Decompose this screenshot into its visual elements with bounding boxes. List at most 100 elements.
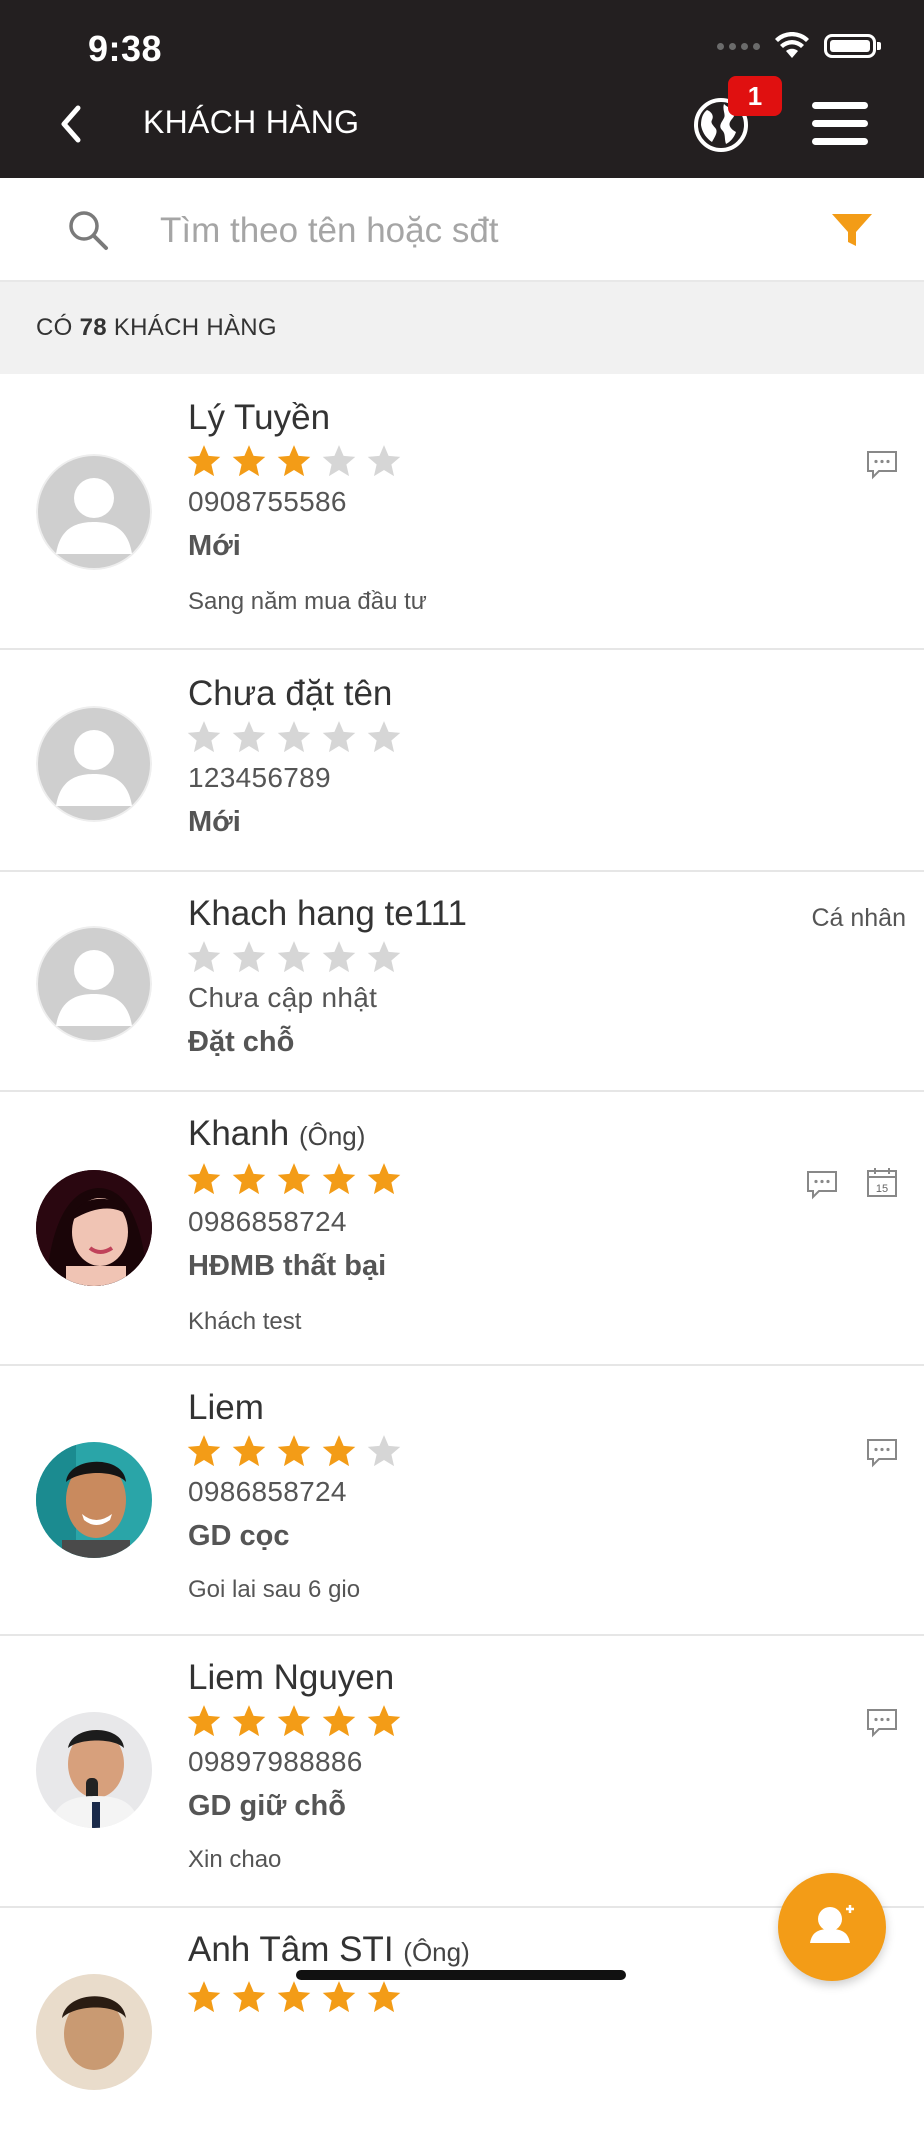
add-customer-button[interactable] xyxy=(778,1873,886,1981)
customer-name-text: Anh Tâm STI xyxy=(188,1930,394,1969)
avatar-placeholder xyxy=(36,454,152,570)
count-prefix: CÓ xyxy=(36,314,73,341)
star-filled-icon xyxy=(322,1163,356,1195)
customer-status: Đặt chỗ xyxy=(188,1026,295,1058)
menu-button[interactable] xyxy=(812,102,868,146)
star-filled-icon xyxy=(187,445,221,477)
customer-note: Xin chao xyxy=(188,1846,282,1873)
customer-row[interactable]: Chưa đặt tên 123456789 Mới xyxy=(0,650,924,872)
avatar-photo xyxy=(36,1170,152,1286)
star-filled-icon xyxy=(232,1163,266,1195)
star-filled-icon xyxy=(277,1435,311,1467)
avatar-photo xyxy=(36,1974,152,2090)
rating-stars xyxy=(186,1162,402,1196)
search-bar xyxy=(0,178,924,282)
chat-icon[interactable] xyxy=(866,448,898,480)
chat-icon[interactable] xyxy=(806,1168,838,1200)
star-empty-icon xyxy=(187,941,221,973)
menu-bar xyxy=(812,102,868,109)
customer-name: Liem Nguyen xyxy=(188,1658,395,1697)
rating-stars xyxy=(186,1980,402,2014)
customer-status: GD cọc xyxy=(188,1520,290,1552)
customer-status: Mới xyxy=(188,806,241,838)
customer-name: Khanh (Ông) xyxy=(188,1114,365,1154)
star-filled-icon xyxy=(232,1705,266,1737)
customer-row[interactable]: Khach hang te111 Cá nhân Chưa cập nhật Đ… xyxy=(0,872,924,1092)
customer-phone: 0986858724 xyxy=(188,1476,347,1507)
calendar-icon-graphic: 15 xyxy=(867,1168,897,1197)
star-filled-icon xyxy=(367,1981,401,2013)
customer-status: HĐMB thất bại xyxy=(188,1250,387,1282)
count-value: 78 xyxy=(79,314,107,341)
customer-count: CÓ 78 KHÁCH HÀNG xyxy=(36,314,277,342)
customer-note: Khách test xyxy=(188,1308,302,1335)
customer-status: Mới xyxy=(188,530,241,562)
star-empty-icon xyxy=(367,1435,401,1467)
rating-stars xyxy=(186,1434,402,1468)
star-empty-icon xyxy=(187,721,221,753)
customer-name: Liem xyxy=(188,1388,264,1427)
rating-stars xyxy=(186,444,402,478)
star-empty-icon xyxy=(277,941,311,973)
customer-phone: 123456789 xyxy=(188,762,331,793)
battery-icon xyxy=(824,34,881,58)
search-input[interactable] xyxy=(158,202,782,260)
star-filled-icon xyxy=(322,1705,356,1737)
star-empty-icon xyxy=(367,941,401,973)
cellular-signal-icon xyxy=(717,42,760,50)
star-filled-icon xyxy=(232,1435,266,1467)
menu-bar xyxy=(812,120,868,127)
app-header: 9:38 KHÁCH HÀNG 1 xyxy=(0,0,924,178)
avatar-placeholder xyxy=(36,926,152,1042)
chat-icon[interactable] xyxy=(866,1706,898,1738)
star-filled-icon xyxy=(232,445,266,477)
menu-bar xyxy=(812,138,868,145)
customer-phone: 09897988886 xyxy=(188,1746,363,1777)
star-empty-icon xyxy=(367,721,401,753)
customer-name: Anh Tâm STI (Ông) xyxy=(188,1930,470,1970)
star-filled-icon xyxy=(367,1163,401,1195)
customer-note: Sang năm mua đầu tư xyxy=(188,588,427,615)
back-button[interactable] xyxy=(52,100,92,148)
customer-name: Lý Tuyền xyxy=(188,398,331,437)
star-filled-icon xyxy=(322,1981,356,2013)
status-time: 9:38 xyxy=(88,28,163,69)
customer-status: GD giữ chỗ xyxy=(188,1790,346,1822)
calendar-day: 15 xyxy=(876,1183,888,1195)
notification-badge: 1 xyxy=(728,76,782,116)
page-title: KHÁCH HÀNG xyxy=(143,104,360,140)
star-empty-icon xyxy=(232,941,266,973)
avatar-placeholder xyxy=(36,706,152,822)
avatar-photo xyxy=(36,1712,152,1828)
count-suffix: KHÁCH HÀNG xyxy=(113,314,277,341)
rating-stars xyxy=(186,1704,402,1738)
star-filled-icon xyxy=(277,445,311,477)
customer-phone: 0908755586 xyxy=(188,486,347,517)
star-filled-icon xyxy=(367,1705,401,1737)
chat-icon[interactable] xyxy=(866,1436,898,1468)
customer-phone: Chưa cập nhật xyxy=(188,982,378,1013)
rating-stars xyxy=(186,940,402,974)
star-filled-icon xyxy=(187,1705,221,1737)
star-empty-icon xyxy=(322,445,356,477)
star-filled-icon xyxy=(187,1981,221,2013)
customer-row[interactable]: Liem Nguyen 09897988886 GD giữ chỗ Xin c… xyxy=(0,1636,924,1908)
star-filled-icon xyxy=(277,1163,311,1195)
calendar-icon[interactable]: 15 xyxy=(866,1166,898,1198)
customer-name-text: Khanh xyxy=(188,1114,290,1153)
customer-row[interactable]: Khanh (Ông) 0986858724 HĐMB thất bại Khá… xyxy=(0,1092,924,1366)
star-empty-icon xyxy=(322,941,356,973)
rating-stars xyxy=(186,720,402,754)
customer-row[interactable]: Lý Tuyền 0908755586 Mới Sang năm mua đầu… xyxy=(0,374,924,650)
status-indicators xyxy=(717,32,881,60)
filter-icon[interactable] xyxy=(830,208,874,252)
star-filled-icon xyxy=(277,1981,311,2013)
wifi-icon xyxy=(775,32,809,58)
customer-name: Khach hang te111 xyxy=(188,894,467,933)
customer-title: (Ông) xyxy=(298,1121,366,1151)
customer-row[interactable]: Liem 0986858724 GD cọc Goi lai sau 6 gio xyxy=(0,1366,924,1636)
star-filled-icon xyxy=(187,1435,221,1467)
star-filled-icon xyxy=(232,1981,266,2013)
customer-count-bar: CÓ 78 KHÁCH HÀNG xyxy=(0,282,924,374)
customer-note: Goi lai sau 6 gio xyxy=(188,1576,361,1603)
